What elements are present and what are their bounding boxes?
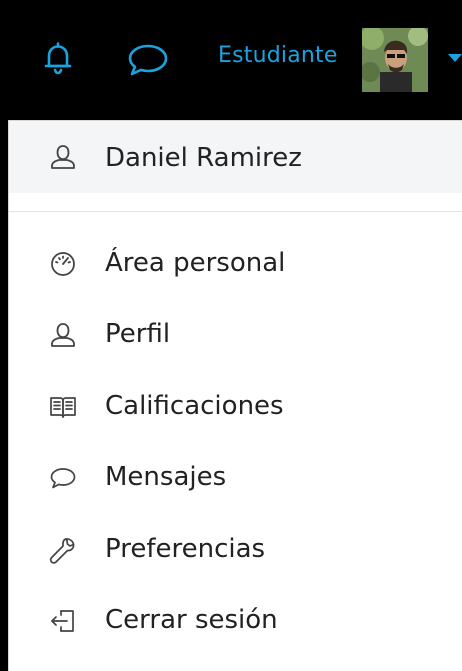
menu-item-mensajes[interactable]: Mensajes xyxy=(9,450,462,506)
top-navbar: Estudiante xyxy=(0,0,462,120)
notifications-bell-icon[interactable] xyxy=(40,40,76,76)
grades-icon xyxy=(49,393,77,421)
menu-item-preferencias-label: Preferencias xyxy=(105,534,266,564)
menu-item-perfil[interactable]: Perfil xyxy=(9,307,462,363)
menu-item-user-label: Daniel Ramirez xyxy=(105,143,302,173)
menu-item-area-personal-label: Área personal xyxy=(105,248,286,278)
menu-item-preferencias[interactable]: Preferencias xyxy=(9,522,462,578)
chat-bubble-icon xyxy=(49,464,77,492)
user-icon xyxy=(49,321,77,349)
caret-down-icon[interactable] xyxy=(448,54,462,62)
menu-item-area-personal[interactable]: Área personal xyxy=(9,236,462,292)
user-icon xyxy=(49,143,77,171)
menu-item-calificaciones-label: Calificaciones xyxy=(105,391,284,421)
menu-divider xyxy=(9,211,462,212)
messages-chat-icon[interactable] xyxy=(126,42,170,78)
menu-item-mensajes-label: Mensajes xyxy=(105,462,227,492)
wrench-icon xyxy=(49,536,77,564)
menu-item-perfil-label: Perfil xyxy=(105,319,171,349)
avatar[interactable] xyxy=(362,28,428,92)
logout-icon xyxy=(49,607,77,635)
user-dropdown-menu: Daniel Ramirez Área personal Perfil Cali… xyxy=(8,120,462,671)
menu-item-calificaciones[interactable]: Calificaciones xyxy=(9,379,462,435)
dashboard-icon xyxy=(49,250,77,278)
menu-item-cerrar-sesion[interactable]: Cerrar sesión xyxy=(9,593,462,649)
user-role-label[interactable]: Estudiante xyxy=(218,43,338,68)
menu-item-cerrar-sesion-label: Cerrar sesión xyxy=(105,605,278,635)
menu-item-user[interactable]: Daniel Ramirez xyxy=(9,121,462,193)
